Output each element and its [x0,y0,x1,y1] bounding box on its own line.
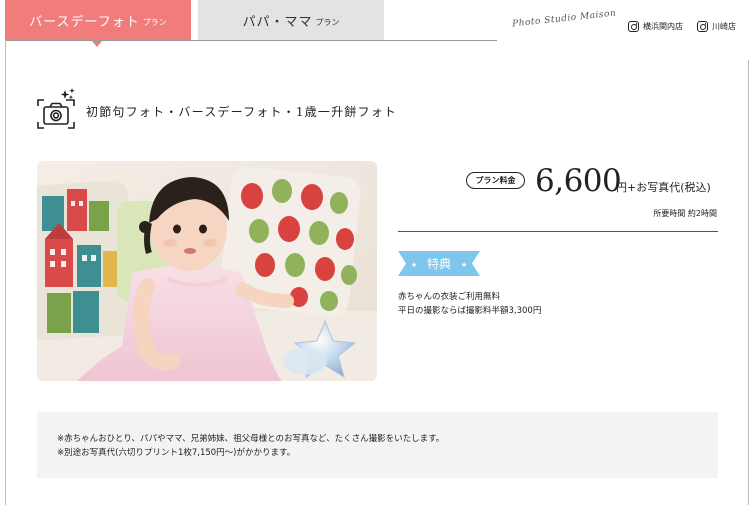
tab-birthday-plan[interactable]: バースデーフォト プラン [5,0,191,40]
price-suffix: 円+お写真代(税込) [616,181,711,194]
active-tab-indicator [91,40,103,47]
tab-birthday-label: バースデーフォト [29,14,140,30]
svg-text:★: ★ [411,261,417,269]
brand-logo: Photo Studio Maison [511,8,617,30]
price-amount: 6,600 [535,163,622,199]
tab-birthday-sub: プラン [142,17,167,27]
price-divider [398,231,718,232]
benefit-item: 赤ちゃんの衣装ご利用無料 [398,292,501,302]
store-link-yokohama[interactable]: 横浜関内店 [628,21,683,32]
notes-box: ※赤ちゃんおひとり、パパやママ、兄弟姉妹、祖父母様とのお写真など、たくさん撮影を… [37,412,718,478]
tab-papa-mama-sub: プラン [315,17,340,27]
store-link-kawasaki[interactable]: 川崎店 [697,21,736,32]
tab-papa-mama-plan[interactable]: パパ・ママ プラン [198,0,384,40]
store-label: 川崎店 [712,22,736,31]
svg-text:★: ★ [461,261,467,269]
content-frame-left [5,40,6,505]
price-badge: プラン料金 [466,172,525,189]
tab-underline [5,40,497,41]
instagram-icon [697,21,708,32]
note-line: ※別途お写真代(六切りプリント1枚7,150円〜)がかかります。 [57,448,296,458]
store-label: 横浜関内店 [643,22,683,31]
plan-photo [37,161,377,381]
instagram-icon [628,21,639,32]
tab-papa-mama-label: パパ・ママ [242,14,313,30]
note-line: ※赤ちゃんおひとり、パパやママ、兄弟姉妹、祖父母様とのお写真など、たくさん撮影を… [57,434,445,444]
benefit-list: 赤ちゃんの衣装ご利用無料 平日の撮影ならば撮影料半額3,300円 [398,290,541,318]
camera-icon [37,88,75,129]
benefit-label: 特典 [427,256,451,271]
content-frame-right [748,60,749,505]
benefit-item: 平日の撮影ならば撮影料半額3,300円 [398,306,542,316]
duration-text: 所要時間 約2時間 [653,209,717,218]
plan-heading: 初節句フォト・バースデーフォト・1歳一升餅フォト [86,105,398,119]
benefit-ribbon: ★ ★ 特典 [398,251,480,276]
